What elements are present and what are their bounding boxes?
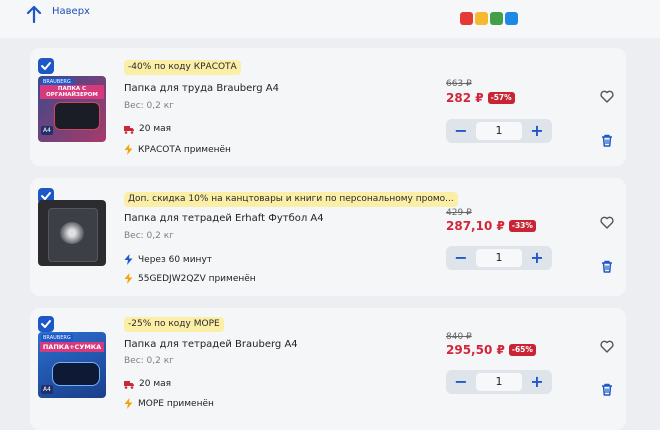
product-weight: Вес: 0,2 кг [124,356,174,366]
quantity-stepper: − 1 + [446,119,552,143]
product-title[interactable]: Папка для тетрадей Erhaft Футбол А4 [124,213,324,224]
quantity-value[interactable]: 1 [476,249,522,267]
logo-square-red [460,12,473,25]
product-image[interactable] [38,200,106,266]
product-weight: Вес: 0,2 кг [124,101,174,111]
product-title[interactable]: Папка для тетрадей Brauberg A4 [124,339,298,350]
thumb-size: A4 [41,126,53,135]
product-image[interactable]: BRAUBERG ПАПКА С ОРГАНАЙЗЕРОМ A4 [38,76,106,142]
decrease-quantity-button[interactable]: − [448,119,474,143]
football-graphic [60,222,84,244]
promo-code-applied: МОРЕ применён [138,398,214,409]
item-checkbox[interactable] [38,316,54,332]
price-row: 282 ₽ -57% [446,91,515,105]
trash-icon[interactable] [601,134,613,147]
current-price: 287,10 ₽ [446,219,505,233]
old-price: 840 ₽ [446,332,472,342]
promo-code-row: КРАСОТА применён [124,144,231,155]
thumb-size: A4 [41,385,53,394]
delivery-date: 20 мая [139,124,172,134]
decrease-quantity-button[interactable]: − [448,246,474,270]
promo-badge: Доп. скидка 10% на канцтовары и книги по… [124,192,458,207]
delivery-row: Через 60 минут [124,254,212,265]
decrease-quantity-button[interactable]: − [448,370,474,394]
trash-icon[interactable] [601,383,613,396]
item-checkbox[interactable] [38,58,54,74]
old-price: 429 ₽ [446,208,472,218]
lightning-icon [124,144,133,155]
delivery-time: Через 60 минут [138,254,213,265]
thumb-caption: ПАПКА+СУМКА [40,342,104,352]
increase-quantity-button[interactable]: + [524,370,550,394]
logo-square-green [490,12,503,25]
heart-icon[interactable] [600,90,614,103]
checkmark-icon [41,62,51,70]
discount-badge: -57% [487,92,515,104]
quantity-value[interactable]: 1 [476,122,522,140]
product-title[interactable]: Папка для труда Brauberg A4 [124,83,279,94]
increase-quantity-button[interactable]: + [524,246,550,270]
delivery-row: 20 мая [124,379,171,389]
current-price: 282 ₽ [446,91,484,105]
promo-code-applied: 55GEDJW2QZV применён [138,273,256,284]
quantity-stepper: − 1 + [446,246,552,270]
price-row: 295,50 ₽ -65% [446,343,536,357]
checkmark-icon [41,320,51,328]
discount-badge: -33% [508,220,536,232]
cart-item: Доп. скидка 10% на канцтовары и книги по… [30,178,626,296]
thumb-brand: BRAUBERG [41,334,73,342]
cart-item: BRAUBERG ПАПКА С ОРГАНАЙЗЕРОМ A4 -40% по… [30,48,626,166]
promo-code-row: 55GEDJW2QZV применён [124,273,256,284]
top-bar: Наверх [0,0,660,38]
heart-icon[interactable] [600,340,614,353]
truck-icon [124,380,134,389]
product-image[interactable]: BRAUBERG ПАПКА+СУМКА A4 [38,332,106,398]
brand-logo[interactable] [460,12,524,26]
lightning-icon [124,398,133,409]
product-weight: Вес: 0,2 кг [124,231,174,241]
quantity-stepper: − 1 + [446,370,552,394]
logo-square-yellow [475,12,488,25]
price-row: 287,10 ₽ -33% [446,219,536,233]
discount-badge: -65% [508,344,536,356]
truck-icon [124,125,134,134]
delivery-date: 20 мая [139,379,172,389]
cart-item: BRAUBERG ПАПКА+СУМКА A4 -25% по коду МОР… [30,308,626,430]
lightning-icon [124,254,133,265]
promo-badge: -40% по коду КРАСОТА [124,60,241,75]
promo-code-row: МОРЕ применён [124,398,214,409]
arrow-up-icon[interactable] [26,5,42,23]
promo-code-applied: КРАСОТА применён [138,144,231,155]
heart-icon[interactable] [600,216,614,229]
current-price: 295,50 ₽ [446,343,505,357]
car-graphic [52,362,100,386]
increase-quantity-button[interactable]: + [524,119,550,143]
back-to-top-link[interactable]: Наверх [52,6,90,17]
delivery-row: 20 мая [124,124,171,134]
logo-square-blue [505,12,518,25]
lightning-icon [124,273,133,284]
quantity-value[interactable]: 1 [476,373,522,391]
old-price: 663 ₽ [446,79,472,89]
car-graphic [54,102,100,130]
trash-icon[interactable] [601,260,613,273]
promo-badge: -25% по коду МОРЕ [124,317,224,332]
thumb-caption: ПАПКА С ОРГАНАЙЗЕРОМ [40,85,104,99]
